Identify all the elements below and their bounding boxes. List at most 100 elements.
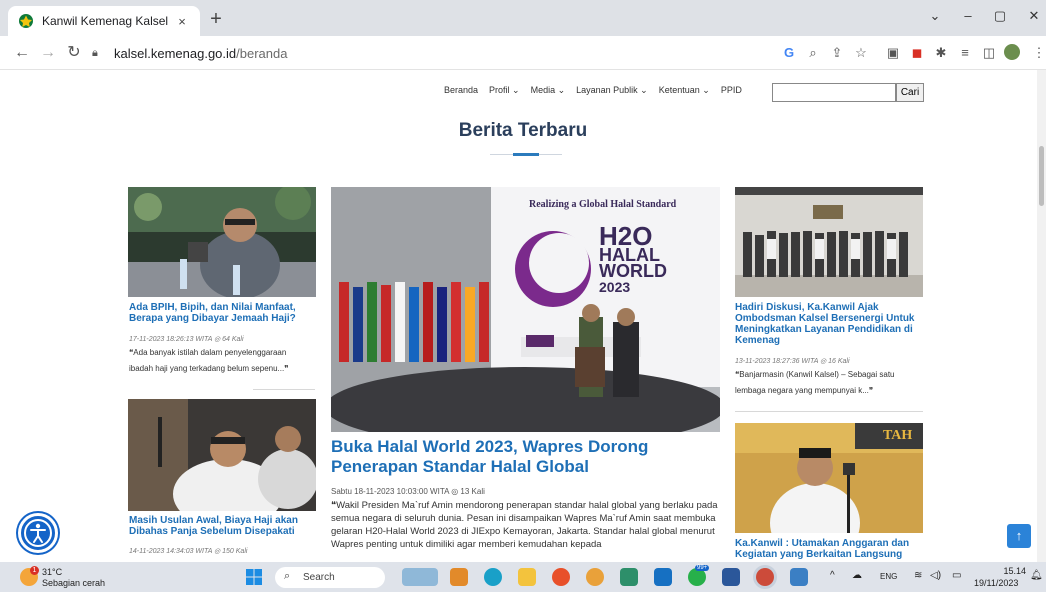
main-menu: Beranda Profil ⌄ Media ⌄ Layanan Publik … — [444, 85, 753, 96]
article-thumbnail[interactable] — [128, 399, 316, 511]
close-window-button[interactable]: ✕ — [1024, 8, 1044, 24]
feature-title[interactable]: Buka Halal World 2023, Wapres Dorong Pen… — [331, 437, 721, 477]
google-icon[interactable]: G — [780, 45, 798, 61]
article-thumbnail[interactable]: TAH — [735, 423, 923, 533]
menu-item-ppid[interactable]: PPID — [721, 85, 742, 96]
reload-icon[interactable]: ↻ — [64, 43, 84, 63]
article-thumbnail[interactable] — [128, 187, 316, 297]
word-icon[interactable] — [722, 568, 740, 586]
maximize-button[interactable]: ▢ — [990, 8, 1010, 24]
title-divider-accent — [513, 153, 539, 156]
banner-year: 2023 — [599, 279, 631, 295]
photo-halal-world-stage — [331, 187, 720, 432]
feature-excerpt: ❝Wakil Presiden Ma`ruf Amin mendorong pe… — [331, 500, 718, 550]
banner-world: WORLD — [599, 261, 667, 281]
menu-item-beranda[interactable]: Beranda — [444, 85, 478, 96]
address-bar[interactable]: 🔒︎ kalsel.kemenag.go.id /beranda — [92, 41, 852, 65]
chrome-icon[interactable] — [586, 568, 604, 586]
notification-bell-icon[interactable]: 🔔︎ — [1030, 570, 1043, 581]
calculator-icon[interactable] — [620, 568, 638, 586]
scrollbar-thumb[interactable] — [1039, 146, 1044, 206]
share-icon[interactable]: ⇪ — [828, 45, 846, 61]
banner-h2o: H2O — [599, 221, 653, 251]
side-panel-icon[interactable]: ◫ — [980, 45, 998, 61]
article-excerpt: ❝Ada banyak istilah dalam penyelenggaraa… — [129, 348, 289, 373]
volume-icon[interactable]: ◁) — [930, 570, 941, 581]
extensions-puzzle-icon[interactable]: ✱ — [932, 45, 950, 61]
pdf-extension-icon[interactable]: ◼ — [908, 45, 926, 61]
tray-chevron-icon[interactable]: ^ — [830, 570, 835, 581]
widgets-icon[interactable] — [450, 568, 468, 586]
menu-item-profil[interactable]: Profil ⌄ — [489, 85, 520, 96]
forward-arrow-icon[interactable]: → — [38, 43, 58, 63]
language-indicator[interactable]: ENG — [880, 572, 897, 581]
menu-item-media[interactable]: Media ⌄ — [531, 85, 566, 96]
section-title: Berita Terbaru — [458, 120, 588, 141]
menu-kebab-icon[interactable]: ⋮ — [1030, 45, 1046, 61]
browser-tab-active[interactable]: Kanwil Kemenag Kalsel × — [8, 6, 200, 36]
article-thumbnail[interactable] — [735, 187, 923, 297]
back-arrow-icon[interactable]: ← — [12, 43, 32, 63]
photo-meeting — [128, 399, 316, 511]
photo-group — [735, 187, 923, 297]
article-divider — [253, 389, 315, 390]
scroll-to-top-button[interactable]: ↑ — [1007, 524, 1031, 548]
feature-meta: Sabtu 18-11-2023 10:03:00 WITA ◎ 13 Kali — [331, 487, 485, 496]
photos-icon[interactable] — [790, 568, 808, 586]
article-meta: 17-11-2023 18:26:13 WITA ◎ 64 Kali — [129, 336, 244, 343]
banner-heading: Realizing a Global Halal Standard — [529, 199, 677, 210]
accessibility-button[interactable] — [18, 513, 58, 553]
article-title[interactable]: Hadiri Diskusi, Ka.Kanwil Ajak Ombodsman… — [735, 302, 923, 346]
feature-image[interactable]: Realizing a Global Halal Standard H2O HA… — [331, 187, 720, 432]
windows-start-icon[interactable] — [246, 569, 262, 585]
tab-close-icon[interactable]: × — [174, 14, 190, 29]
menu-item-layanan-publik[interactable]: Layanan Publik ⌄ — [576, 85, 648, 96]
article-title[interactable]: Masih Usulan Awal, Biaya Haji akan Dibah… — [129, 515, 317, 537]
tray-cloud-icon[interactable]: ☁ — [852, 570, 862, 581]
article-title[interactable]: Ada BPIH, Bipih, dan Nilai Manfaat, Bera… — [129, 302, 317, 324]
lock-icon: 🔒︎ — [92, 46, 98, 59]
chrome-active-icon[interactable] — [756, 568, 774, 586]
profile-avatar[interactable] — [1004, 44, 1020, 60]
weather-badge: 1 — [30, 566, 39, 575]
new-tab-button[interactable]: + — [206, 9, 226, 29]
clock-date[interactable]: 19/11/2023 — [974, 578, 1018, 588]
reading-list-icon[interactable]: ≡ — [956, 45, 974, 61]
flags — [339, 282, 489, 362]
minimize-button[interactable]: – — [958, 8, 978, 23]
photo-man-speaking — [128, 187, 316, 297]
browser-tab-bar: Kanwil Kemenag Kalsel × + ⌄ – ▢ ✕ — [0, 0, 1046, 36]
extension-icon[interactable]: ▣ — [884, 45, 902, 61]
browser-toolbar: ← → ↻ 🔒︎ kalsel.kemenag.go.id /beranda G… — [0, 36, 1046, 70]
tab-title: Kanwil Kemenag Kalsel — [42, 14, 169, 28]
edge-browser-icon[interactable] — [484, 568, 502, 586]
site-search-input[interactable] — [772, 83, 896, 102]
accessibility-icon — [24, 519, 52, 547]
url-path: /beranda — [236, 45, 288, 61]
taskbar-search-label: Search — [303, 572, 335, 583]
tab-search-icon[interactable]: ⌄ — [925, 8, 945, 24]
article-meta: 14-11-2023 14:34:03 WITA ◎ 150 Kali — [129, 548, 248, 555]
weather-desc: Sebagian cerah — [42, 578, 106, 588]
search-button[interactable]: Cari — [896, 83, 924, 102]
file-explorer-icon[interactable] — [518, 568, 536, 586]
search-highlight-icon[interactable] — [402, 568, 438, 586]
battery-icon[interactable]: ▭ — [952, 570, 961, 581]
banner-text: TAH — [883, 428, 913, 443]
page-scrollbar[interactable] — [1037, 70, 1046, 562]
notification-badge: 99+ — [695, 565, 710, 571]
url-host: kalsel.kemenag.go.id — [114, 45, 237, 61]
article-meta: 13-11-2023 18:27:36 WITA ◎ 16 Kali — [735, 358, 850, 365]
firefox-icon[interactable] — [552, 568, 570, 586]
article-title[interactable]: Ka.Kanwil : Utamakan Anggaran dan Kegiat… — [735, 538, 923, 560]
bookmark-star-icon[interactable]: ☆ — [852, 45, 870, 61]
mail-icon[interactable] — [654, 568, 672, 586]
weather-temp: 31°C — [42, 567, 63, 577]
zoom-icon[interactable]: ⌕ — [804, 45, 822, 61]
wifi-icon[interactable]: ≋ — [914, 570, 922, 581]
taskbar-search[interactable]: ⌕ Search — [275, 567, 385, 588]
kemenag-favicon-icon — [19, 14, 33, 28]
menu-item-ketentuan[interactable]: Ketentuan ⌄ — [659, 85, 710, 96]
clock-time[interactable]: 15.14 — [996, 566, 1026, 576]
article-excerpt: ❝Banjarmasin (Kanwil Kalsel) – Sebagai s… — [735, 370, 895, 395]
